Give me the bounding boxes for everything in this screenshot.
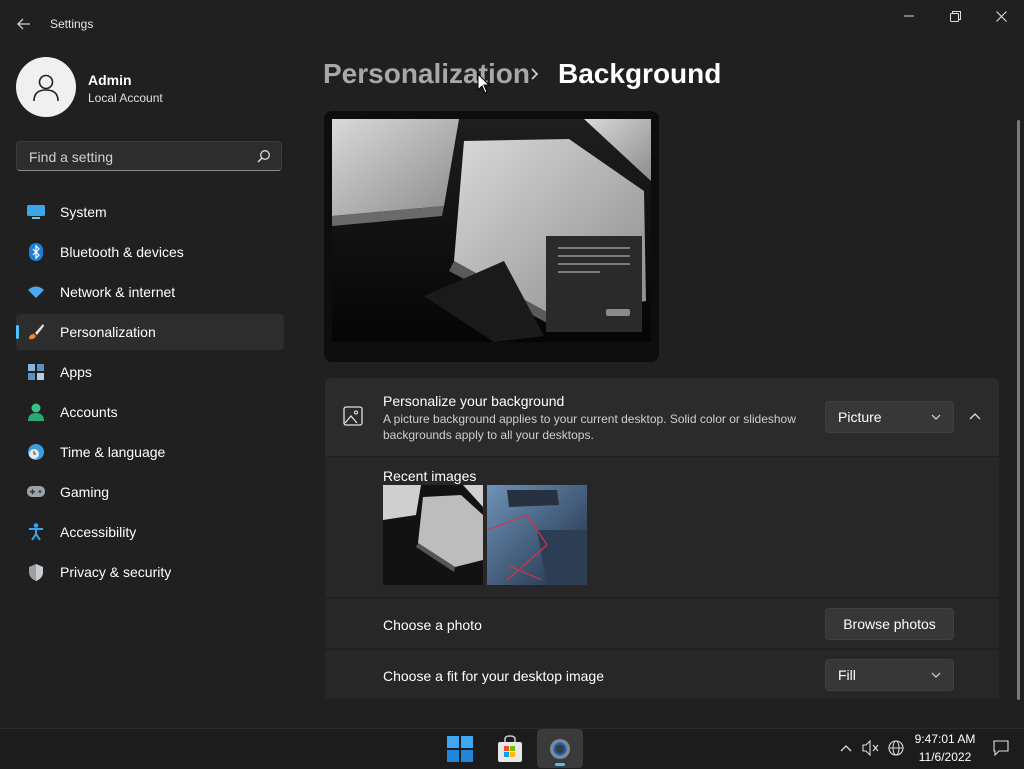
background-type-dropdown[interactable]: Picture (825, 401, 954, 433)
clock-globe-icon (27, 443, 45, 461)
background-type-title: Personalize your background (383, 393, 565, 409)
dropdown-value: Fill (838, 667, 856, 683)
sidebar-item-label: Gaming (60, 484, 110, 500)
sidebar-item-gaming[interactable]: Gaming (16, 474, 284, 510)
notification-icon (993, 740, 1009, 756)
gamepad-icon (27, 483, 45, 501)
monitor-icon (27, 203, 45, 221)
sidebar-item-label: Time & language (60, 444, 166, 460)
restore-icon (949, 10, 961, 22)
sidebar-item-privacy[interactable]: Privacy & security (16, 554, 284, 590)
settings-taskbar-button[interactable] (537, 729, 583, 768)
chevron-down-icon (931, 414, 941, 420)
page-title: Background (558, 58, 722, 89)
clock-date[interactable]: 11/6/2022 (910, 750, 980, 764)
sidebar-item-label: Apps (60, 364, 92, 380)
microsoft-store-icon (498, 734, 522, 762)
account-type: Local Account (88, 91, 163, 105)
shield-icon (27, 563, 45, 581)
search-icon[interactable] (257, 149, 271, 163)
close-button[interactable] (978, 0, 1024, 32)
browse-photos-button[interactable]: Browse photos (825, 608, 954, 640)
person-avatar-icon (33, 74, 59, 102)
sidebar-item-label: Privacy & security (60, 564, 172, 580)
chevron-right-icon (531, 68, 539, 80)
settings-gear-icon (550, 738, 570, 759)
dropdown-value: Picture (838, 409, 882, 425)
sidebar-item-accounts[interactable]: Accounts (16, 394, 284, 430)
sidebar-item-personalization[interactable]: Personalization (16, 314, 284, 350)
scrollbar[interactable] (1017, 120, 1020, 700)
recent-image-thumbnail[interactable] (487, 485, 587, 585)
collapse-button[interactable] (963, 404, 987, 428)
background-type-description: A picture background applies to your cur… (383, 412, 796, 442)
fit-dropdown[interactable]: Fill (825, 659, 954, 691)
avatar[interactable] (16, 57, 76, 117)
chevron-up-icon (969, 413, 981, 420)
volume-muted-icon (862, 740, 879, 756)
windows-start-icon (447, 735, 473, 762)
person-icon (27, 403, 45, 421)
picture-icon (343, 406, 363, 426)
notifications-button[interactable] (991, 738, 1011, 758)
wifi-icon (27, 283, 45, 301)
bluetooth-icon (27, 243, 45, 261)
sidebar-item-label: Bluetooth & devices (60, 244, 184, 260)
accessibility-icon (27, 523, 45, 541)
desktop-preview (324, 111, 659, 362)
show-hidden-icons-button[interactable] (836, 738, 856, 758)
sidebar-nav: System Bluetooth & devices Network & int… (16, 194, 284, 594)
start-button[interactable] (437, 729, 483, 768)
search-input[interactable] (27, 147, 251, 167)
sidebar-item-label: Network & internet (60, 284, 176, 300)
volume-tray-button[interactable] (861, 738, 881, 758)
sidebar-item-label: System (60, 204, 107, 220)
choose-fit-label: Choose a fit for your desktop image (383, 668, 605, 684)
chevron-down-icon (931, 672, 941, 678)
maximize-button[interactable] (932, 0, 978, 32)
clock-time[interactable]: 9:47:01 AM (910, 732, 980, 746)
sidebar-item-apps[interactable]: Apps (16, 354, 284, 390)
back-button[interactable] (10, 10, 38, 38)
user-name: Admin (88, 72, 132, 88)
sidebar-item-accessibility[interactable]: Accessibility (16, 514, 284, 550)
sidebar-item-label: Accessibility (60, 524, 137, 540)
sidebar-item-network[interactable]: Network & internet (16, 274, 284, 310)
back-arrow-icon (17, 18, 30, 30)
network-tray-button[interactable] (886, 738, 906, 758)
app-title: Settings (50, 17, 94, 31)
breadcrumb-parent[interactable]: Personalization (323, 58, 530, 90)
sidebar-item-label: Accounts (60, 404, 118, 420)
search-box[interactable] (16, 141, 282, 171)
choose-photo-label: Choose a photo (383, 617, 482, 633)
apps-icon (27, 363, 45, 381)
minimize-button[interactable] (886, 0, 932, 32)
close-icon (995, 10, 1007, 22)
store-taskbar-button[interactable] (487, 729, 533, 768)
sidebar-item-system[interactable]: System (16, 194, 284, 230)
minimize-icon (904, 15, 914, 17)
chevron-up-icon (840, 745, 852, 752)
recent-image-thumbnail[interactable] (383, 485, 483, 585)
recent-images-label: Recent images (383, 468, 477, 484)
sidebar-item-time-language[interactable]: Time & language (16, 434, 284, 470)
globe-icon (888, 740, 904, 756)
brush-icon (27, 323, 45, 341)
sidebar-item-label: Personalization (60, 324, 156, 340)
sidebar-item-bluetooth[interactable]: Bluetooth & devices (16, 234, 284, 270)
mouse-cursor-icon (477, 73, 491, 94)
